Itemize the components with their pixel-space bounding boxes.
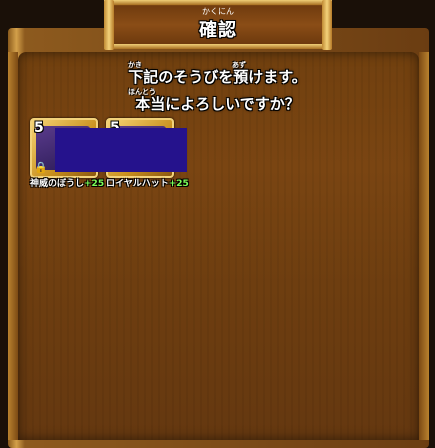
title-rail-bottom xyxy=(104,44,332,49)
lock-icon: 🔒 xyxy=(34,161,48,174)
equipment-name-text-1: 神威のぼうし xyxy=(30,179,85,189)
equipment-level-1: 5 xyxy=(34,120,44,136)
title-plaque: かくにん 確認 xyxy=(104,0,332,50)
equipment-name-2: ロイヤルハット+25 xyxy=(106,176,189,189)
title-rail-top xyxy=(104,0,332,5)
equipment-name-1: 神威のぼうし+25 xyxy=(30,176,104,189)
equipment-plus-2: +25 xyxy=(168,179,189,189)
equipment-plus-1: +25 xyxy=(84,179,105,189)
equipment-name-text-2: ロイヤルハット xyxy=(106,179,169,189)
message-line-1: 下記のそうびを預けます。 xyxy=(128,68,307,86)
message-line-2: 本当によろしいですか？ xyxy=(135,95,300,113)
dialog-title: 確認 xyxy=(199,20,237,41)
redaction-box xyxy=(55,128,187,172)
